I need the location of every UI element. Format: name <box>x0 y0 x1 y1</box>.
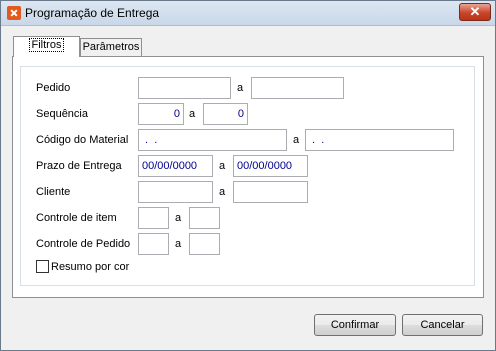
app-icon <box>7 6 21 20</box>
tab-parametros-label: Parâmetros <box>82 41 140 53</box>
pedido-from-input[interactable] <box>138 77 231 99</box>
cliente-label: Cliente <box>36 186 71 198</box>
window-title: Programação de Entrega <box>25 6 160 20</box>
controle-item-from-input[interactable] <box>138 207 169 229</box>
cliente-from-input[interactable] <box>138 181 213 203</box>
codigo-material-from-input[interactable]: . . <box>138 129 287 151</box>
resumo-por-cor-checkbox[interactable] <box>36 260 49 273</box>
cancelar-button[interactable]: Cancelar <box>402 314 483 336</box>
controle-pedido-separator: a <box>175 238 182 250</box>
tab-parametros[interactable]: Parâmetros <box>80 38 142 57</box>
sequencia-to-input[interactable]: 0 <box>203 103 248 125</box>
controle-item-label: Controle de item <box>36 212 117 224</box>
sequencia-separator: a <box>189 108 196 120</box>
codigo-material-separator: a <box>293 134 300 146</box>
title-bar[interactable]: Programação de Entrega ✕ <box>1 1 495 26</box>
controle-item-to-input[interactable] <box>189 207 220 229</box>
prazo-entrega-separator: a <box>219 160 226 172</box>
cliente-separator: a <box>219 186 226 198</box>
codigo-material-label: Código do Material <box>36 134 129 146</box>
controle-pedido-from-input[interactable] <box>138 233 169 255</box>
sequencia-label: Sequência <box>36 108 88 120</box>
codigo-material-to-input[interactable]: . . <box>305 129 454 151</box>
sequencia-from-input[interactable]: 0 <box>138 103 184 125</box>
controle-item-separator: a <box>175 212 182 224</box>
cliente-to-input[interactable] <box>233 181 308 203</box>
confirmar-button[interactable]: Confirmar <box>314 314 396 336</box>
controle-pedido-label: Controle de Pedido <box>36 238 131 250</box>
close-button[interactable]: ✕ <box>459 3 491 21</box>
tab-filtros[interactable]: Filtros <box>13 36 80 57</box>
pedido-separator: a <box>237 82 244 94</box>
pedido-label: Pedido <box>36 82 71 94</box>
resumo-por-cor-label[interactable]: Resumo por cor <box>51 261 129 273</box>
controle-pedido-to-input[interactable] <box>189 233 220 255</box>
prazo-entrega-to-input[interactable]: 00/00/0000 <box>233 155 308 177</box>
prazo-entrega-label: Prazo de Entrega <box>36 160 122 172</box>
pedido-to-input[interactable] <box>251 77 344 99</box>
tab-filtros-label: Filtros <box>28 38 65 52</box>
prazo-entrega-from-input[interactable]: 00/00/0000 <box>138 155 213 177</box>
